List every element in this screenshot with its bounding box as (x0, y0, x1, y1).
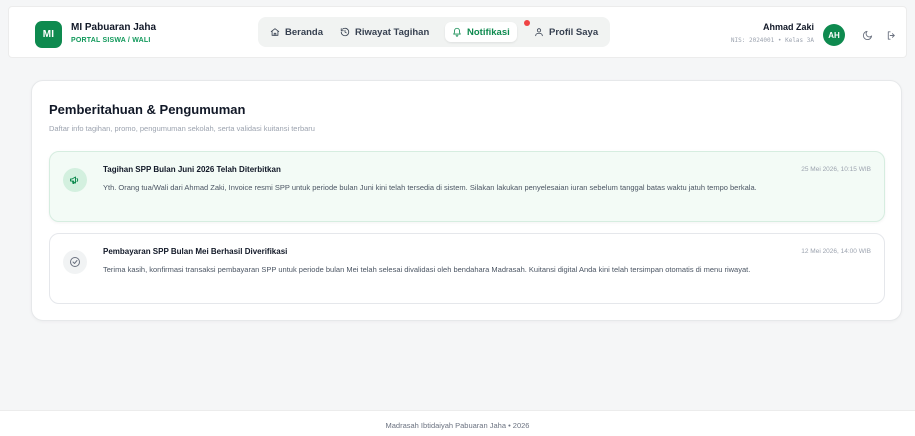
top-header: MI MI Pabuaran Jaha PORTAL SISWA / WALI … (8, 6, 907, 58)
page-title: Pemberitahuan & Pengumuman (49, 102, 246, 117)
moon-icon (862, 30, 872, 40)
nav-item-beranda[interactable]: Beranda (264, 22, 329, 42)
logout-icon (887, 30, 895, 40)
portal-label: PORTAL SISWA / WALI (71, 37, 151, 44)
notifications-card: Pemberitahuan & Pengumuman Daftar info t… (31, 80, 902, 321)
notification-body: Terima kasih, konfirmasi transaksi pemba… (103, 265, 751, 274)
nav-item-profil-saya[interactable]: Profil Saya (528, 22, 604, 42)
user-meta: NIS: 2024001 • Kelas 3A (730, 37, 814, 44)
notification-item[interactable]: Tagihan SPP Bulan Juni 2026 Telah Diterb… (49, 151, 885, 222)
notification-time: 12 Mei 2026, 14:00 WIB (801, 248, 871, 255)
home-icon (270, 28, 280, 36)
page-subtitle: Daftar info tagihan, promo, pengumuman s… (49, 124, 315, 133)
nav-item-label: Beranda (285, 26, 324, 38)
avatar[interactable]: AH (823, 24, 845, 46)
nav-item-notifikasi[interactable]: Notifikasi (445, 22, 517, 42)
nav-item-label: Profil Saya (549, 26, 599, 38)
nav-item-label: Riwayat Tagihan (355, 26, 430, 38)
page-footer: Madrasah Ibtidaiyah Pabuaran Jaha • 2026 (0, 410, 915, 436)
main-nav: Beranda Riwayat Tagihan Notifikasi Profi… (258, 17, 610, 47)
user-icon (535, 28, 543, 37)
logout-button[interactable] (882, 26, 900, 44)
notification-title: Pembayaran SPP Bulan Mei Berhasil Diveri… (103, 247, 288, 256)
history-icon (340, 27, 350, 37)
nav-item-label: Notifikasi (467, 26, 510, 38)
megaphone-icon (63, 168, 87, 192)
check-circle-icon (63, 250, 87, 274)
notification-title: Tagihan SPP Bulan Juni 2026 Telah Diterb… (103, 165, 281, 174)
footer-text: Madrasah Ibtidaiyah Pabuaran Jaha • 2026 (385, 421, 530, 430)
bell-icon (453, 27, 461, 37)
notification-time: 25 Mei 2026, 10:15 WIB (801, 166, 871, 173)
notification-body: Yth. Orang tua/Wali dari Ahmad Zaki, Inv… (103, 183, 757, 192)
theme-toggle-button[interactable] (858, 26, 876, 44)
notification-item[interactable]: Pembayaran SPP Bulan Mei Berhasil Diveri… (49, 233, 885, 304)
school-name: MI Pabuaran Jaha (71, 22, 157, 33)
nav-item-riwayat-tagihan[interactable]: Riwayat Tagihan (334, 22, 435, 42)
user-name: Ahmad Zaki (762, 22, 814, 32)
school-logo: MI (35, 21, 62, 48)
